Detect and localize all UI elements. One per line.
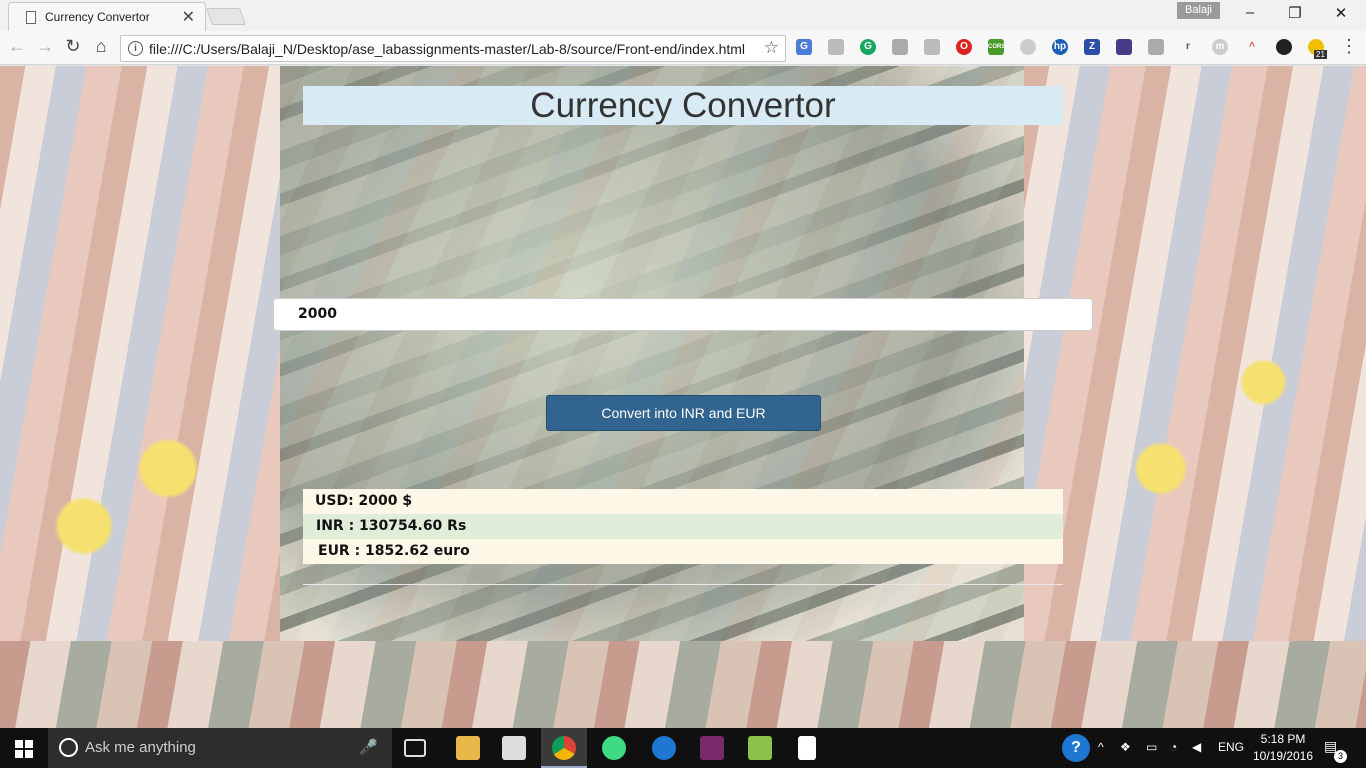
volume-icon[interactable]: ◀ [1192, 740, 1201, 754]
help-icon[interactable]: ? [1062, 734, 1090, 762]
microphone-icon[interactable]: 🎤 [359, 738, 378, 756]
m-extension-icon[interactable]: m [1212, 39, 1228, 55]
page-header: Currency Convertor [303, 86, 1063, 125]
url-text[interactable]: file:///C:/Users/Balaji_N/Desktop/ase_la… [149, 41, 745, 57]
doc-extension-icon[interactable] [828, 39, 844, 55]
chrome-icon [552, 736, 576, 760]
address-bar[interactable]: i file:///C:/Users/Balaji_N/Desktop/ase_… [120, 35, 786, 62]
page-favicon-icon [26, 11, 36, 24]
edge-icon[interactable] [652, 736, 676, 760]
page-title: Currency Convertor [530, 86, 836, 125]
page-viewport: Currency Convertor 2000 Convert into INR… [0, 66, 1366, 728]
divider [303, 584, 1063, 585]
battery-icon[interactable]: ▭ [1146, 740, 1157, 754]
dropbox-icon[interactable]: ❖ [1120, 740, 1131, 754]
wifi-icon[interactable]: ◔ [1170, 740, 1177, 754]
results-panel: USD: 2000 $ INR : 130754.60 Rs EUR : 185… [303, 489, 1063, 564]
forward-icon[interactable]: → [34, 36, 56, 57]
extension-icon[interactable]: ^ [1244, 39, 1260, 55]
browser-toolbar: ← → ↻ ⌂ i file:///C:/Users/Balaji_N/Desk… [0, 31, 1366, 65]
extension-icon[interactable] [1148, 39, 1164, 55]
info-icon[interactable]: i [128, 41, 143, 56]
extension-icon[interactable] [1116, 39, 1132, 55]
restore-button[interactable]: ❐ [1280, 4, 1310, 22]
clock-date: 10/19/2016 [1252, 749, 1314, 763]
tab-close-icon[interactable]: ✕ [182, 7, 195, 27]
new-tab-button[interactable] [205, 8, 247, 25]
bookmark-star-icon[interactable]: ☆ [764, 38, 779, 58]
cortana-search[interactable]: Ask me anything 🎤 [48, 728, 392, 768]
tab-title: Currency Convertor [45, 10, 150, 24]
store-icon[interactable] [502, 736, 526, 760]
usd-result: USD: 2000 $ [303, 489, 1063, 514]
eur-result: EUR : 1852.62 euro [303, 539, 1063, 564]
convert-button[interactable]: Convert into INR and EUR [546, 395, 821, 431]
browser-tab[interactable]: Currency Convertor ✕ [8, 2, 206, 32]
z-extension-icon[interactable]: Z [1084, 39, 1100, 55]
cors-extension-icon[interactable]: CORS [988, 39, 1005, 55]
background-image [1024, 66, 1366, 641]
inr-result: INR : 130754.60 Rs [303, 514, 1063, 539]
translate-extension-icon[interactable]: G [796, 39, 812, 55]
clock[interactable]: 5:18 PM 10/19/2016 [1250, 731, 1316, 765]
search-placeholder: Ask me anything [85, 739, 196, 756]
cloud-extension-icon[interactable] [924, 39, 940, 55]
r-extension-icon[interactable]: r [1180, 39, 1196, 55]
show-hidden-icons-icon[interactable]: ^ [1098, 740, 1104, 754]
app-icon[interactable] [700, 736, 724, 760]
extension-icon[interactable] [892, 39, 908, 55]
background-image [0, 641, 1366, 728]
document-icon[interactable] [798, 736, 816, 760]
back-icon[interactable]: ← [6, 36, 28, 57]
reload-icon[interactable]: ↻ [62, 36, 84, 57]
grammarly-extension-icon[interactable]: G [860, 39, 876, 55]
extension-icon[interactable] [1020, 39, 1036, 55]
browser-title-bar: Currency Convertor ✕ Balaji – ❐ ✕ [0, 0, 1366, 32]
windows-taskbar: Ask me anything 🎤 ? ^ ❖ ▭ ◔ ◀ ENG 5:18 P… [0, 728, 1366, 768]
minimize-button[interactable]: – [1235, 4, 1265, 21]
extension-badge: 21 [1314, 50, 1327, 59]
android-studio-icon[interactable] [602, 736, 626, 760]
cortana-icon [59, 738, 78, 757]
language-indicator[interactable]: ENG [1218, 740, 1244, 754]
opera-extension-icon[interactable]: O [956, 39, 972, 55]
start-button[interactable] [0, 728, 48, 768]
home-icon[interactable]: ⌂ [90, 36, 112, 57]
close-window-button[interactable]: ✕ [1326, 4, 1356, 22]
file-explorer-icon[interactable] [456, 736, 480, 760]
app-icon[interactable] [748, 736, 772, 760]
hp-extension-icon[interactable]: hp [1052, 39, 1068, 55]
task-view-icon[interactable] [404, 739, 426, 757]
profile-name[interactable]: Balaji [1177, 2, 1220, 19]
amount-input[interactable]: 2000 [273, 298, 1093, 331]
menu-icon[interactable]: ⋮ [1338, 36, 1360, 57]
background-image [0, 66, 280, 641]
clock-time: 5:18 PM [1260, 732, 1306, 746]
chrome-taskbar-item[interactable] [541, 728, 587, 768]
extension-icon[interactable] [1276, 39, 1292, 55]
notification-count: 3 [1334, 750, 1347, 763]
